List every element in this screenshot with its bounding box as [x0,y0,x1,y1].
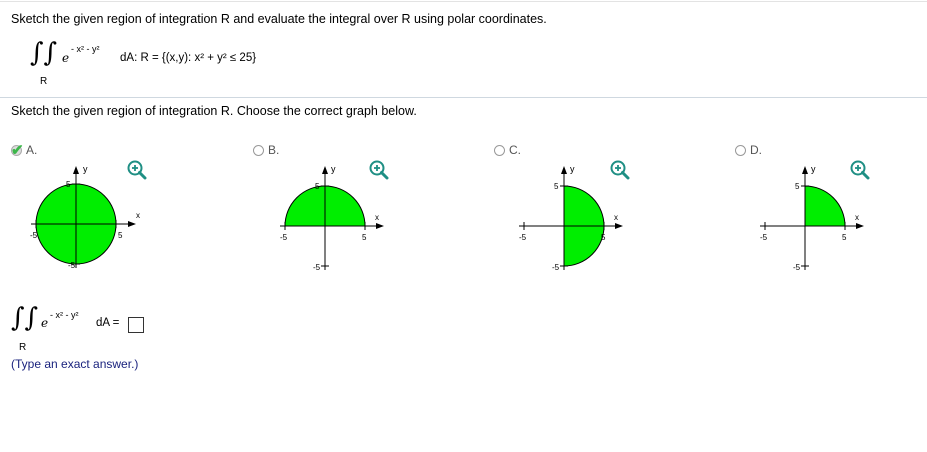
region-label: R [40,76,48,87]
x-label: x [614,213,618,222]
y-label: y [570,164,575,174]
tick-label-left: -5 [519,233,527,242]
section-divider [0,97,927,98]
tick-label-left: -5 [30,231,38,240]
tick-label-top: 5 [315,182,320,191]
tick-label-left: -5 [280,233,288,242]
tick-label-right: 5 [118,231,123,240]
option-c[interactable]: C. [494,143,521,157]
tick-label-right: 5 [842,233,847,242]
answer-integrand-base: e [41,316,49,330]
answer-formula: ∫∫ e - x² - y² dA = R [11,305,311,385]
tick-label-bottom: -5 [552,263,560,272]
zoom-in-icon-b[interactable] [369,160,389,180]
option-b-letter: B. [268,143,280,157]
option-d-letter: D. [750,143,762,157]
double-integral-symbol: ∫∫ [30,38,58,68]
answer-suffix: dA = [96,317,120,329]
radio-button-c[interactable] [494,144,505,156]
instruction-text: Sketch the given region of integration R… [11,104,417,118]
tick-label-top: 5 [66,180,71,189]
y-axis-arrow-icon [802,166,808,174]
x-label: x [375,213,379,222]
x-axis-arrow-icon [128,221,136,227]
answer-hint: (Type an exact answer.) [11,357,139,371]
y-axis-arrow-icon [73,166,79,174]
tick-label-bottom: -5 [313,263,321,272]
question-text: Sketch the given region of integration R… [11,12,547,26]
x-axis-arrow-icon [376,223,384,229]
option-b[interactable]: B. [253,143,279,157]
option-c-letter: C. [509,143,521,157]
y-axis-arrow-icon [322,166,328,174]
radio-button-b[interactable] [253,144,264,156]
answer-region-label: R [19,342,27,353]
tick-label-right: 5 [601,233,606,242]
y-label: y [331,164,336,174]
y-axis-arrow-icon [561,166,567,174]
zoom-in-icon-d[interactable] [850,160,870,180]
zoom-in-icon-c[interactable] [610,160,630,180]
integrand-base: e [62,51,70,65]
y-label: y [83,164,88,174]
option-a-letter: A. [26,143,38,157]
region-definition: dA: R = {(x,y): x² + y² ≤ 25} [120,52,257,64]
answer-integrand-exponent: - x² - y² [50,310,79,320]
question-formula: ∫∫ e - x² - y² dA: R = {(x,y): x² + y² ≤… [30,40,430,92]
checkmark-icon: ✔ [11,141,24,159]
integrand-exponent: - x² - y² [71,44,100,54]
answer-input[interactable] [128,317,144,333]
y-label: y [811,164,816,174]
tick-label-bottom: -5 [68,261,76,270]
x-label: x [136,211,140,220]
radio-button-d[interactable] [735,144,746,156]
x-axis-arrow-icon [856,223,864,229]
tick-label-top: 5 [554,182,559,191]
tick-label-left: -5 [760,233,768,242]
top-border [0,1,927,2]
tick-label-right: 5 [362,233,367,242]
radio-button-a[interactable]: ✔ [11,142,24,159]
x-axis-arrow-icon [615,223,623,229]
option-a[interactable]: ✔ A. [11,142,38,159]
region-quarter-circle [804,185,846,227]
zoom-in-icon-a[interactable] [127,160,147,180]
answer-double-integral-symbol: ∫∫ [11,303,39,333]
tick-label-bottom: -5 [793,263,801,272]
x-label: x [855,213,859,222]
option-d[interactable]: D. [735,143,762,157]
tick-label-top: 5 [795,182,800,191]
